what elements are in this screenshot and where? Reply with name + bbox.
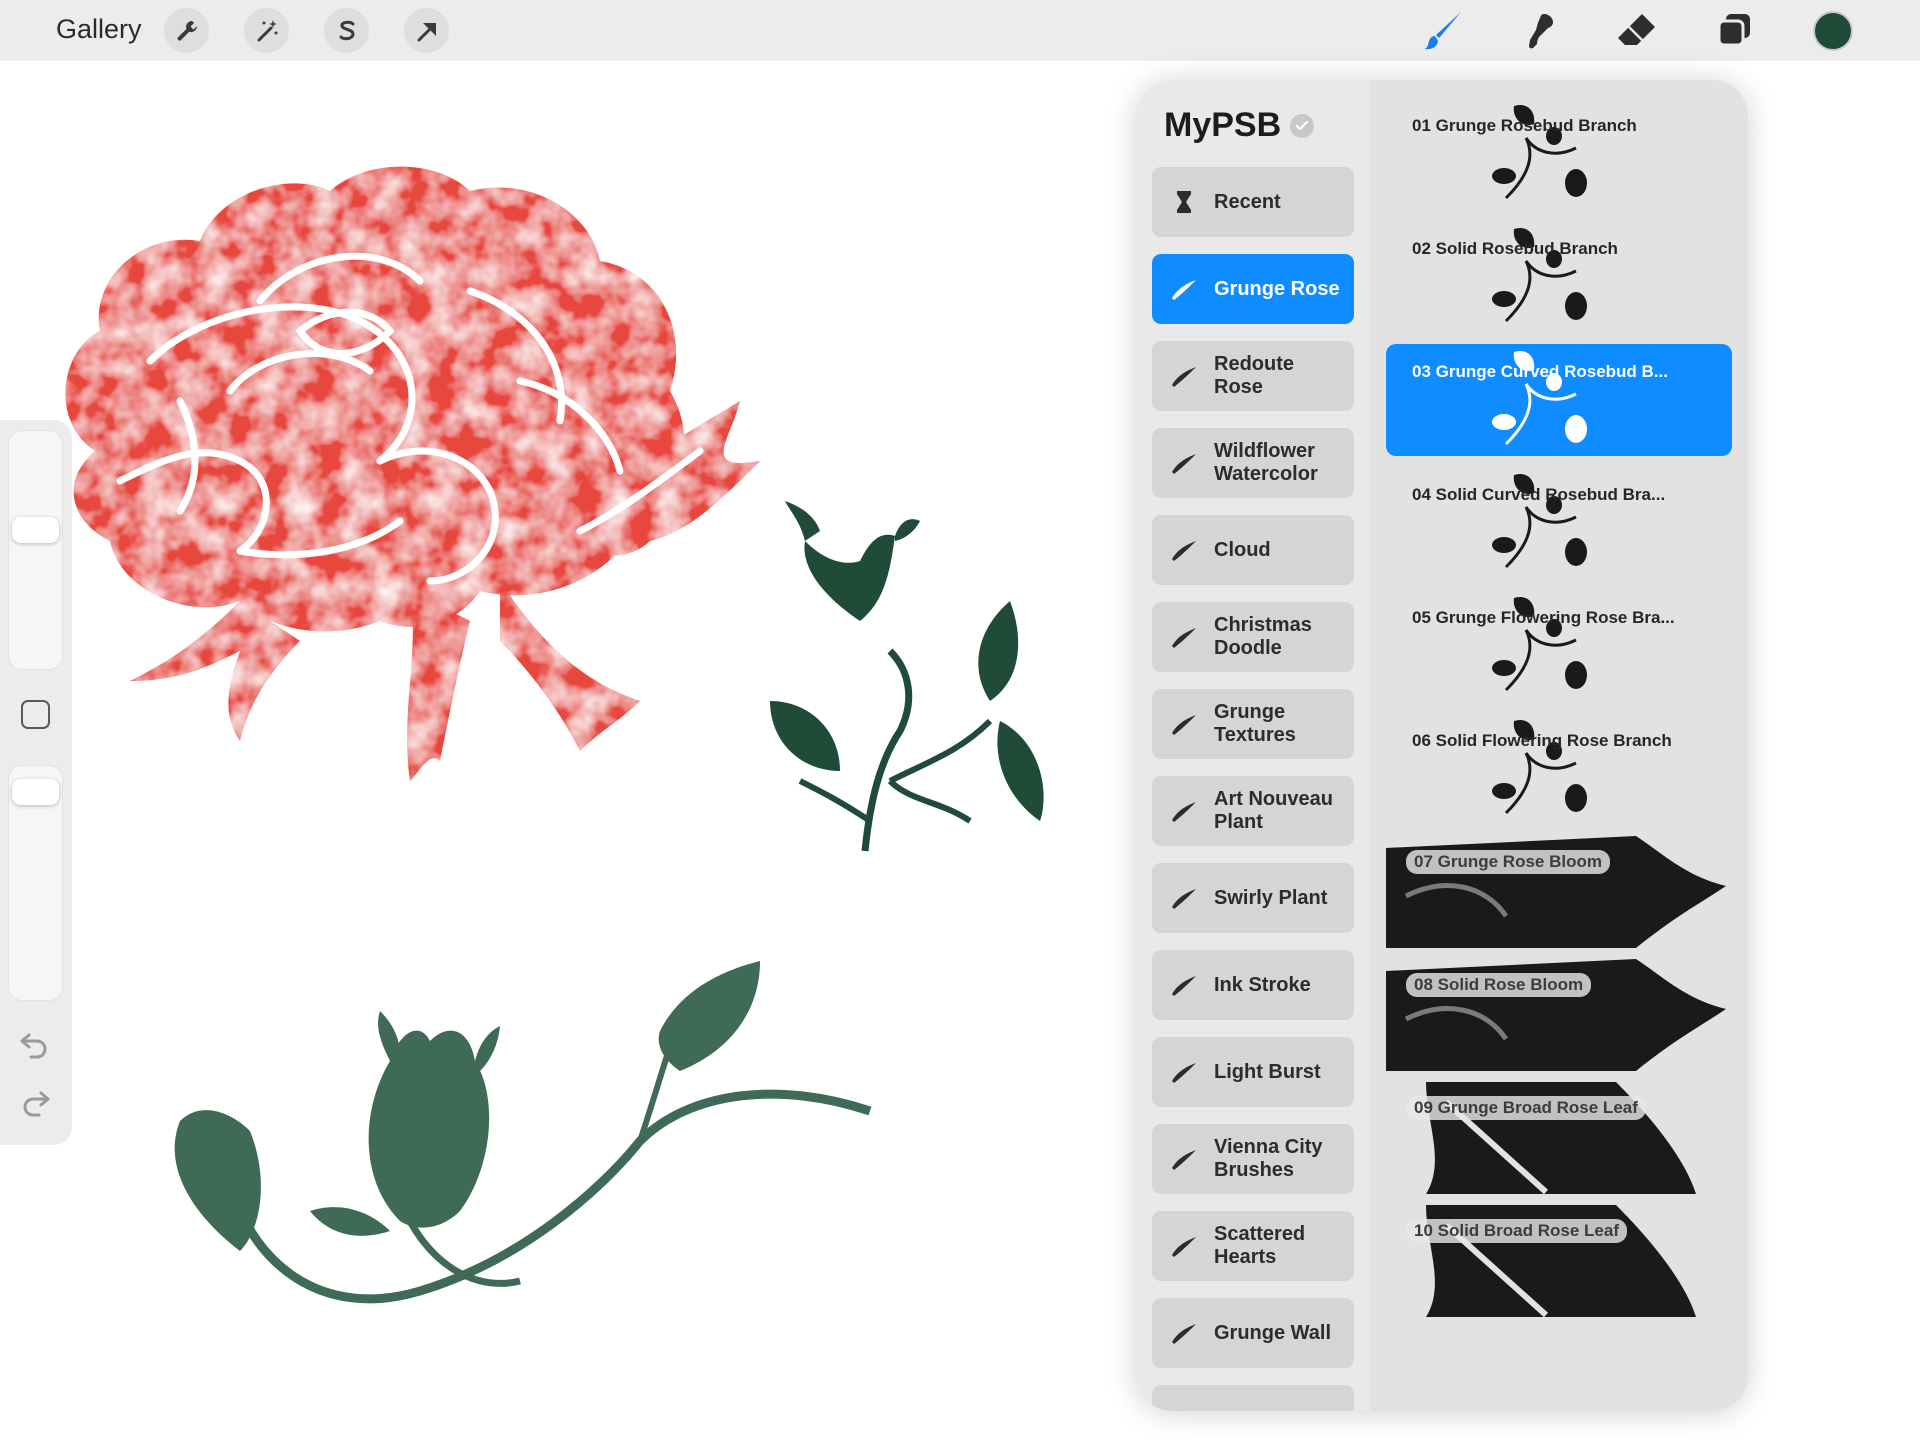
brush-set-label: Swirly Plant (1214, 886, 1328, 909)
brush-stroke-preview (1492, 719, 1587, 815)
brush-set-label: Scattered Hearts (1214, 1223, 1306, 1268)
brush-item[interactable]: 03 Grunge Curved Rosebud B... (1386, 344, 1732, 456)
selection-button[interactable] (324, 8, 369, 53)
brush-stroke-icon (1170, 1407, 1198, 1411)
smudge-tool-button[interactable] (1514, 6, 1564, 56)
brush-stroke-preview (1492, 227, 1587, 323)
canvas-artwork[interactable] (0, 61, 1130, 1440)
top-toolbar: Gallery (0, 0, 1920, 61)
brush-name: 05 Grunge Flowering Rose Bra... (1412, 608, 1675, 627)
library-status-badge (1290, 114, 1314, 138)
brush-set-item[interactable]: Redoute Rose (1152, 341, 1354, 411)
brush-set-label: Grunge Wall (1214, 1321, 1332, 1344)
brush-set-item[interactable]: Recent (1152, 167, 1354, 237)
brush-set-label: Vienna City Brushes (1214, 1136, 1323, 1181)
brush-set-item[interactable]: Spray Paint (1152, 1385, 1354, 1411)
brush-name: 10 Solid Broad Rose Leaf (1406, 1219, 1627, 1243)
transform-button[interactable] (404, 8, 449, 53)
gallery-button[interactable]: Gallery (56, 14, 142, 45)
brush-stroke-icon (1172, 367, 1196, 387)
brush-set-item[interactable]: Swirly Plant (1152, 863, 1354, 933)
brush-set-item[interactable]: Grunge Wall (1152, 1298, 1354, 1368)
brush-name: 08 Solid Rose Bloom (1406, 973, 1592, 997)
brush-set-item[interactable]: Grunge Rose (1152, 254, 1354, 324)
brush-set-item[interactable]: Wildflower Watercolor (1152, 428, 1354, 498)
brush-set-item[interactable]: Cloud (1152, 515, 1354, 585)
brush-tool-button[interactable] (1419, 6, 1469, 56)
brush-item[interactable]: 09 Grunge Broad Rose Leaf (1386, 1082, 1732, 1194)
brush-set-label: Redoute Rose (1214, 353, 1294, 398)
brush-stroke-icon (1172, 541, 1196, 561)
brush-set-item[interactable]: Vienna City Brushes (1152, 1124, 1354, 1194)
brush-set-label: Spray Paint (1214, 1409, 1346, 1412)
brush-stroke-preview (1492, 596, 1587, 692)
brush-set-label: Light Burst (1214, 1060, 1321, 1083)
green-rosebud-branch-artwork (770, 501, 1044, 852)
brush-stroke-icon (1172, 454, 1196, 474)
eraser-icon (1618, 14, 1655, 45)
brush-stroke-icon (1172, 889, 1196, 909)
eraser-tool-button[interactable] (1612, 6, 1662, 56)
brush-name: 03 Grunge Curved Rosebud B... (1412, 362, 1668, 381)
hourglass-icon (1177, 191, 1191, 213)
brush-name: 06 Solid Flowering Rose Branch (1412, 731, 1672, 750)
brush-item[interactable]: 01 Grunge Rosebud Branch (1386, 98, 1732, 210)
brush-stroke-preview (1492, 473, 1587, 569)
brush-set-label: Wildflower Watercolor (1214, 440, 1318, 485)
layers-icon (1717, 14, 1750, 47)
brush-set-item[interactable]: Grunge Textures (1152, 689, 1354, 759)
brush-stroke-icon (1172, 1150, 1196, 1170)
grunge-rosebud-branch-artwork (174, 961, 872, 1304)
brush-item[interactable]: 05 Grunge Flowering Rose Bra... (1386, 590, 1732, 702)
brush-set-item[interactable]: Art Nouveau Plant (1152, 776, 1354, 846)
brush-set-item[interactable]: Scattered Hearts (1152, 1211, 1354, 1281)
brush-stroke-icon (1172, 1324, 1196, 1344)
checkmark-icon (1295, 120, 1309, 131)
wrench-icon (177, 20, 197, 41)
transform-arrow-icon (417, 22, 436, 41)
brush-item[interactable]: 08 Solid Rose Bloom (1386, 959, 1732, 1071)
layers-button[interactable] (1710, 6, 1760, 56)
actions-button[interactable] (164, 8, 209, 53)
brush-set-label: Art Nouveau Plant (1214, 788, 1333, 833)
brush-stroke-icon (1172, 802, 1196, 822)
brush-set-label: Grunge Textures (1214, 701, 1296, 746)
brush-set-item[interactable]: Christmas Doodle (1152, 602, 1354, 672)
brush-name: 02 Solid Rosebud Branch (1412, 239, 1618, 258)
brush-stroke-icon (1172, 628, 1196, 648)
brush-item[interactable]: 07 Grunge Rose Bloom (1386, 836, 1732, 948)
brush-icon (1424, 12, 1461, 50)
smudge-icon (1529, 14, 1553, 49)
color-picker-button[interactable] (1813, 11, 1853, 51)
brush-stroke-preview (1492, 104, 1587, 200)
adjustments-button[interactable] (244, 8, 289, 53)
brush-set-label: Ink Stroke (1214, 973, 1311, 996)
brush-list: 01 Grunge Rosebud Branch 02 Solid Rosebud… (1370, 80, 1748, 1411)
brush-set-label: Grunge Rose (1214, 277, 1340, 300)
library-title: MyPSB (1164, 106, 1282, 144)
brush-library-panel: MyPSB Recent Grunge Rose Redoute Rose Wildf… (1136, 80, 1748, 1411)
brush-item[interactable]: 06 Solid Flowering Rose Branch (1386, 713, 1732, 825)
brush-set-item[interactable]: Light Burst (1152, 1037, 1354, 1107)
brush-name: 07 Grunge Rose Bloom (1406, 850, 1610, 874)
brush-set-label: Christmas Doodle (1214, 614, 1312, 659)
brush-set-label: Recent (1214, 190, 1281, 213)
brush-set-item[interactable]: Ink Stroke (1152, 950, 1354, 1020)
brush-stroke-icon (1172, 280, 1196, 300)
brush-name: 09 Grunge Broad Rose Leaf (1406, 1096, 1646, 1120)
brush-stroke-icon (1172, 976, 1196, 996)
brush-name: 01 Grunge Rosebud Branch (1412, 116, 1637, 135)
brush-stroke-icon (1172, 1063, 1196, 1083)
brush-item[interactable]: 10 Solid Broad Rose Leaf (1386, 1205, 1732, 1317)
magic-wand-icon (257, 19, 277, 41)
brush-set-label: Cloud (1214, 538, 1271, 561)
brush-item[interactable]: 04 Solid Curved Rosebud Bra... (1386, 467, 1732, 579)
brush-stroke-icon (1172, 1237, 1196, 1257)
brush-item[interactable]: 02 Solid Rosebud Branch (1386, 221, 1732, 333)
red-rose-artwork (65, 166, 760, 781)
brush-stroke-preview (1492, 350, 1587, 446)
brush-name: 04 Solid Curved Rosebud Bra... (1412, 485, 1666, 504)
brush-stroke-icon (1172, 715, 1196, 735)
selection-s-icon (339, 20, 355, 40)
